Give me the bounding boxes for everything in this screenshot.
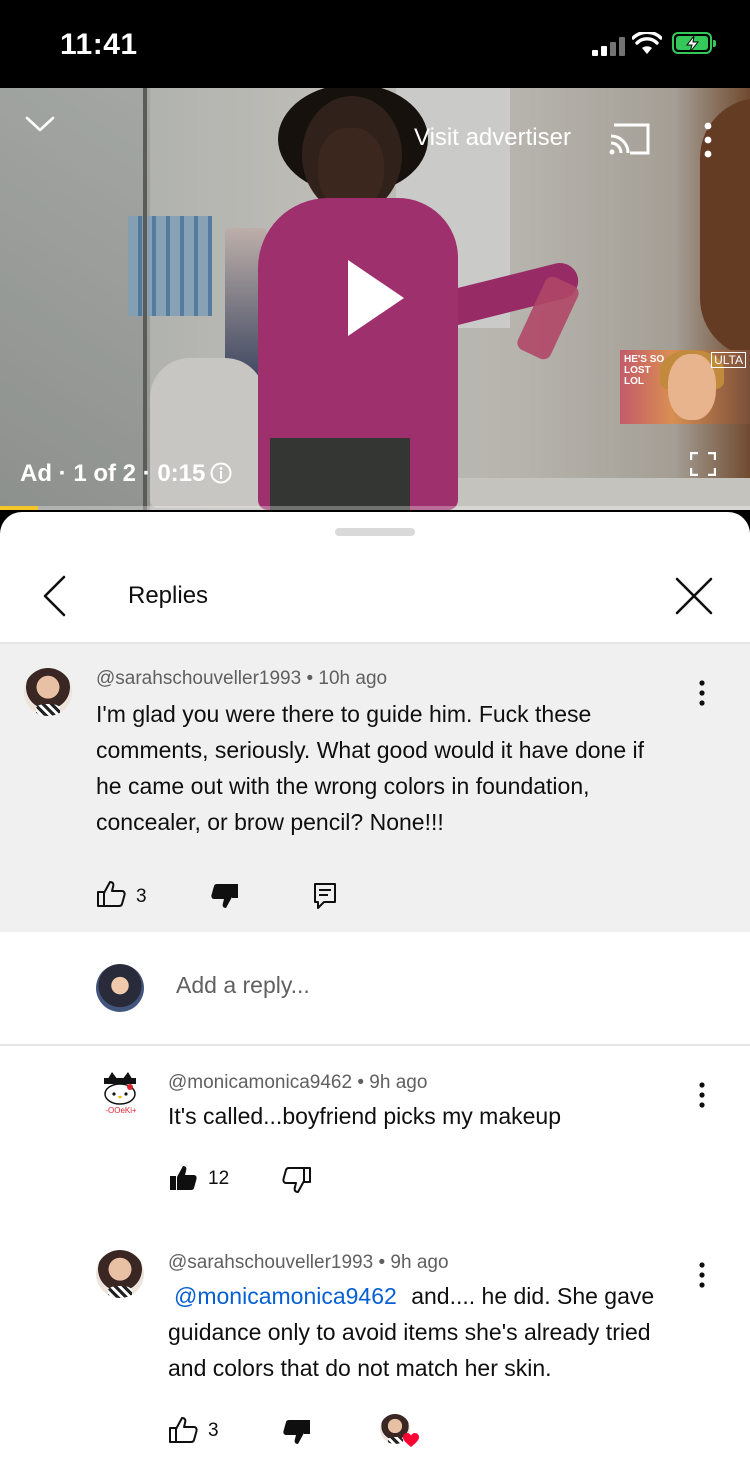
play-icon[interactable] — [346, 258, 406, 338]
like-count: 3 — [208, 1420, 219, 1441]
avatar[interactable] — [24, 668, 72, 716]
mention-link[interactable]: @monicamonica9462 — [174, 1283, 397, 1309]
next-video-thumbnail[interactable]: HE'S SO LOST LOL ULTA — [620, 350, 750, 424]
like-count: 3 — [136, 886, 147, 907]
avatar-caption: -OOeKi+ — [105, 1106, 137, 1115]
battery-charging-icon — [672, 32, 716, 54]
divider — [0, 1044, 750, 1046]
comment-line: he came out with the wrong colors in fou… — [96, 773, 590, 799]
thumbs-down-icon[interactable] — [282, 1166, 312, 1194]
close-icon[interactable] — [674, 576, 714, 616]
comment-author[interactable]: @monicamonica9462 — [168, 1072, 352, 1093]
panel-title: Replies — [128, 582, 209, 609]
comment-line: and colors that do not match her skin. — [168, 1355, 552, 1381]
thumbnail-caption: HE'S SO LOST LOL — [624, 354, 665, 387]
comment-author[interactable]: @sarahschouveller1993 — [96, 668, 301, 689]
current-user-avatar — [96, 964, 144, 1012]
comment-line: @monicamonica9462 and.... he did. She ga… — [168, 1278, 708, 1314]
comment-text: It's called...boyfriend picks my makeup — [168, 1103, 561, 1129]
comment-text: @monicamonica9462 and.... he did. She ga… — [168, 1278, 708, 1386]
comment-age: 9h ago — [369, 1072, 428, 1093]
avatar[interactable] — [96, 1250, 144, 1298]
status-bar: 11:41 — [0, 0, 750, 88]
thumbnail-brand: ULTA — [711, 352, 746, 368]
comment-author[interactable]: @sarahschouveller1993 — [168, 1252, 373, 1273]
avatar[interactable]: -OOeKi+ — [96, 1070, 144, 1118]
fullscreen-icon[interactable] — [690, 452, 716, 476]
comment-text: I'm glad you were there to guide him. Fu… — [96, 696, 716, 840]
like-count: 12 — [208, 1168, 230, 1189]
comment-line-rest: and.... he did. She gave — [411, 1283, 655, 1309]
comment-line: I'm glad you were there to guide him. Fu… — [96, 701, 592, 727]
thumbs-down-icon[interactable] — [282, 1418, 312, 1446]
wifi-icon — [632, 32, 662, 54]
comment-line: comments, seriously. What good would it … — [96, 737, 645, 763]
drag-handle[interactable] — [335, 528, 415, 536]
comment-meta: @sarahschouveller1993 • 9h ago — [168, 1252, 449, 1273]
thumbs-up-icon[interactable] — [168, 1416, 198, 1444]
back-arrow-icon[interactable] — [40, 574, 70, 618]
comment-line: guidance only to avoid items she's alrea… — [168, 1319, 651, 1345]
status-time: 11:41 — [60, 28, 138, 61]
thumbs-up-icon[interactable] — [96, 880, 126, 908]
chevron-down-icon[interactable] — [24, 114, 56, 134]
comment-age: 9h ago — [390, 1252, 449, 1273]
ad-progress-bar — [0, 506, 750, 510]
cast-icon[interactable] — [608, 122, 652, 156]
replies-panel: Replies @sarahschouveller1993 • 10h ago … — [0, 512, 750, 1480]
reply-input[interactable] — [176, 972, 676, 999]
thumbs-down-icon[interactable] — [210, 882, 240, 910]
info-icon[interactable] — [210, 462, 232, 484]
comment-meta: @monicamonica9462 • 9h ago — [168, 1072, 428, 1093]
comment-age: 10h ago — [318, 668, 388, 689]
visit-advertiser-link[interactable]: Visit advertiser — [414, 124, 571, 152]
more-vertical-icon[interactable] — [700, 122, 716, 158]
video-player[interactable]: Visit advertiser HE'S SO LOST LOL ULTA A… — [0, 88, 750, 510]
heart-icon — [403, 1433, 419, 1447]
comment-meta: @sarahschouveller1993 • 10h ago — [96, 668, 388, 689]
cellular-signal-icon — [592, 36, 628, 56]
reply-icon[interactable] — [312, 882, 342, 910]
parent-comment: @sarahschouveller1993 • 10h ago I'm glad… — [0, 644, 750, 932]
ad-progress-fill — [0, 506, 38, 510]
thumbs-up-filled-icon[interactable] — [168, 1164, 198, 1192]
ad-label: Ad · 1 of 2 · 0:15 — [20, 460, 206, 487]
comment-line: concealer, or brow pencil? None!!! — [96, 809, 444, 835]
